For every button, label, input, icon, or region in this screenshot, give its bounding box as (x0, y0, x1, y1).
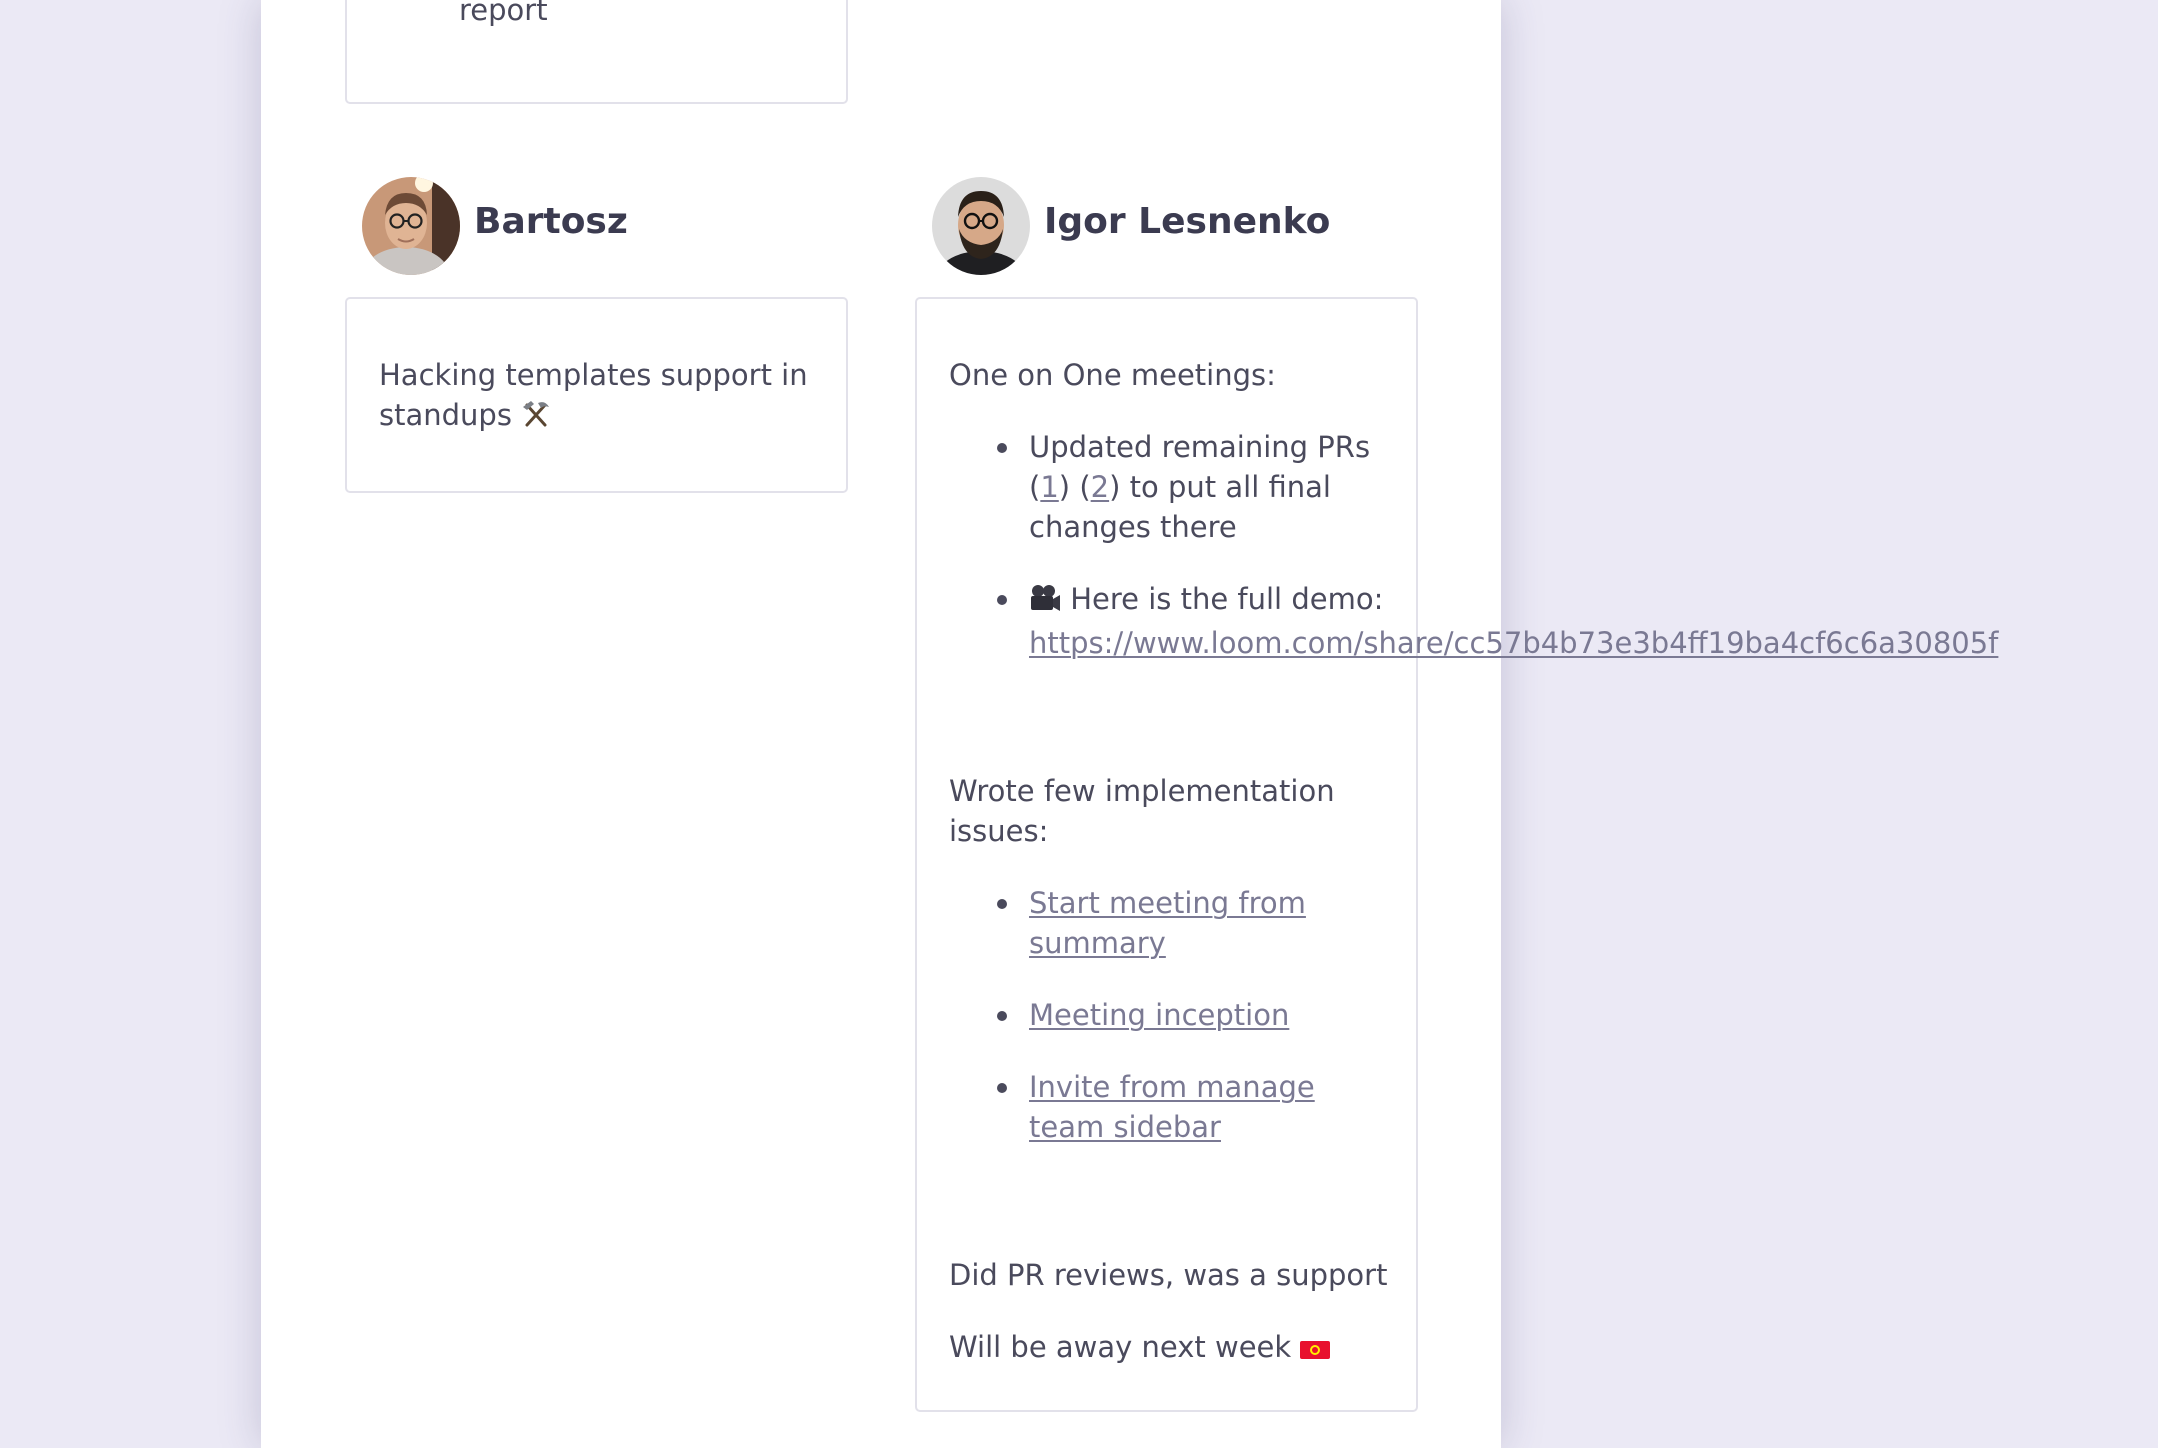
list-item-text: Here is the full demo: (1070, 582, 1384, 616)
member-name: Bartosz (474, 201, 628, 242)
pr-link-2[interactable]: 2 (1091, 470, 1109, 504)
member-header-igor: Igor Lesnenko (932, 177, 1492, 277)
kyrgyzstan-flag-icon (1300, 1331, 1331, 1371)
list-item: Meeting inception (949, 995, 1388, 1035)
paren: ( (1029, 470, 1041, 504)
previous-update-text: report (459, 0, 548, 27)
previous-update-card: report (345, 0, 848, 104)
update-text: Hacking templates support in standups (379, 355, 818, 439)
hammer-and-pick-icon (521, 399, 551, 439)
away-text: Will be away next week (949, 1330, 1292, 1364)
pr-reviews-text: Did PR reviews, was a support (949, 1258, 1388, 1292)
issues-title: Wrote few implementation issues: (949, 774, 1335, 848)
list-item: Start meeting from summary (949, 883, 1388, 963)
paren: ) (1109, 470, 1121, 504)
update-body: One on One meetings: Updated remaining P… (949, 355, 1998, 1371)
avatar[interactable] (932, 177, 1030, 275)
away-line: Will be away next week (949, 1327, 1388, 1371)
pr-link-1[interactable]: 1 (1040, 470, 1058, 504)
list-item-text: to put all final changes there (1029, 470, 1331, 544)
list-item: Updated remaining PRs (1) (2) to put all… (949, 427, 1388, 547)
issue-link-invite-sidebar[interactable]: Invite from manage team sidebar (1029, 1070, 1315, 1144)
standup-page: report Bartosz Hacking templates support… (261, 0, 1998, 1448)
member-header-bartosz: Bartosz (362, 177, 842, 277)
list-item-text: Updated remaining PRs (1029, 430, 1371, 464)
update-text-content: Hacking templates support in standups (379, 358, 808, 432)
loom-demo-link[interactable]: https://www.loom.com/share/cc57b4b73e3b4… (1029, 626, 1998, 660)
list-item: Invite from manage team sidebar (949, 1067, 1388, 1147)
avatar-igor-image (932, 177, 1030, 275)
paren: ) (1058, 470, 1071, 504)
avatar[interactable] (362, 177, 460, 275)
avatar-bartosz-image (362, 177, 460, 275)
member-name: Igor Lesnenko (1044, 201, 1331, 242)
issue-link-start-meeting[interactable]: Start meeting from summary (1029, 886, 1306, 960)
issue-link-meeting-inception[interactable]: Meeting inception (1029, 998, 1289, 1032)
one-on-one-list: Updated remaining PRs (1) (2) to put all… (949, 427, 1998, 663)
movie-camera-icon (1029, 583, 1061, 623)
one-on-one-title: One on One meetings: (949, 358, 1276, 392)
paren: ( (1079, 470, 1091, 504)
list-item: Here is the full demo: https://www.loom.… (949, 579, 1998, 663)
member-update-card-igor: One on One meetings: Updated remaining P… (915, 297, 1998, 1412)
issues-list: Start meeting from summary Meeting incep… (949, 883, 1388, 1147)
member-update-card-bartosz: Hacking templates support in standups (345, 297, 848, 493)
